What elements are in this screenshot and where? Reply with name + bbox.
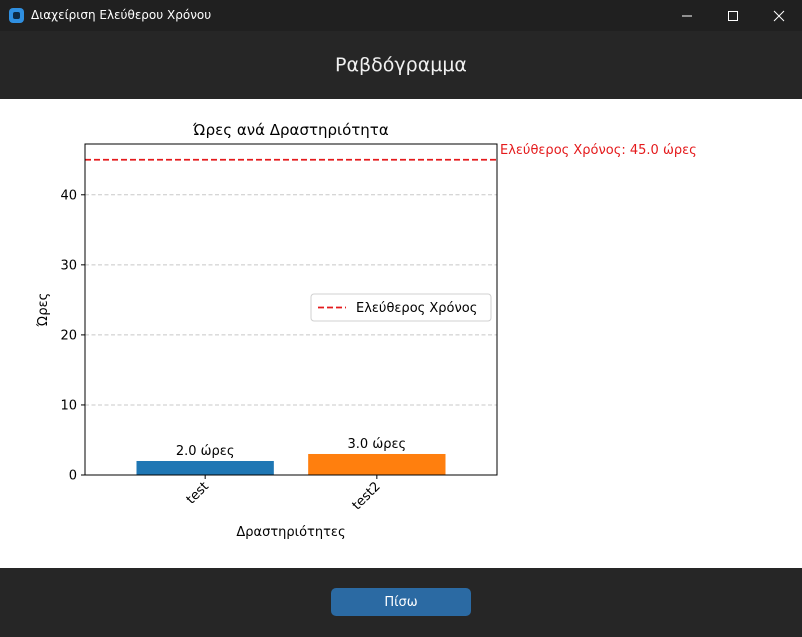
y-tick-label: 20 xyxy=(60,328,77,343)
page-title: Ραβδόγραμμα xyxy=(335,54,467,76)
back-button[interactable]: Πίσω xyxy=(331,588,471,616)
x-ticks: test test2 xyxy=(184,475,384,513)
x-axis-label: Δραστηριότητες xyxy=(236,525,345,540)
minimize-button[interactable] xyxy=(664,0,710,31)
footer-bar: Πίσω xyxy=(0,568,802,637)
y-tick-label: 0 xyxy=(69,469,77,484)
page-header: Ραβδόγραμμα xyxy=(0,31,802,99)
title-bar: Διαχείριση Ελεύθερου Χρόνου xyxy=(0,0,802,31)
window-title: Διαχείριση Ελεύθερου Χρόνου xyxy=(31,8,212,22)
app-icon xyxy=(9,8,24,23)
x-tick-label: test2 xyxy=(350,479,384,513)
x-tick-label: test xyxy=(184,479,212,507)
chart-panel: 0 10 20 30 40 test test2 2.0 ώρες 3.0 ώρες Ώρε… xyxy=(0,99,802,568)
maximize-icon xyxy=(728,10,738,21)
y-ticks: 0 10 20 30 40 xyxy=(60,188,85,484)
maximize-button[interactable] xyxy=(710,0,756,31)
legend: Ελεύθερος Χρόνος xyxy=(310,293,492,322)
reference-line-annotation: Ελεύθερος Χρόνος: 45.0 ώρες xyxy=(500,143,697,158)
bar xyxy=(308,453,446,475)
bar-value-label: 3.0 ώρες xyxy=(348,437,407,452)
y-axis-label: Ώρες xyxy=(36,293,51,328)
y-tick-label: 30 xyxy=(60,258,77,273)
close-icon xyxy=(773,10,785,21)
y-tick-label: 40 xyxy=(60,188,77,203)
bar-value-label: 2.0 ώρες xyxy=(176,444,235,459)
bar xyxy=(136,460,274,475)
legend-label: Ελεύθερος Χρόνος xyxy=(356,301,477,316)
bar-chart: 0 10 20 30 40 test test2 2.0 ώρες 3.0 ώρες Ώρε… xyxy=(36,121,697,540)
y-tick-label: 10 xyxy=(60,398,77,413)
close-button[interactable] xyxy=(756,0,802,31)
chart-title: Ώρες ανά Δραστηριότητα xyxy=(192,121,389,139)
minimize-icon xyxy=(682,15,692,16)
